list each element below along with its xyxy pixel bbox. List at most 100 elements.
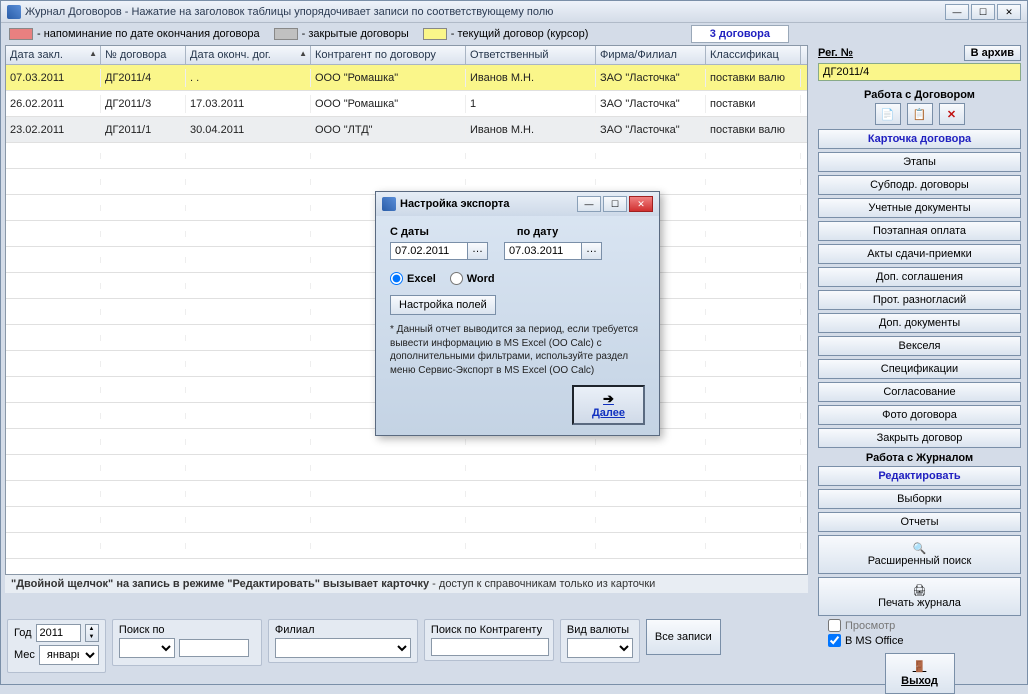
legend-bar: - напоминание по дате окончания договора… bbox=[1, 23, 1027, 45]
group-journal: Работа с Журналом bbox=[818, 452, 1021, 464]
preview-checkbox[interactable] bbox=[828, 619, 841, 632]
date-to-input[interactable] bbox=[504, 242, 582, 260]
table-row-empty bbox=[6, 533, 807, 559]
cell: ДГ2011/4 bbox=[101, 69, 186, 87]
next-button[interactable]: ➔ Далее bbox=[572, 385, 645, 425]
search-by-label: Поиск по bbox=[119, 624, 255, 636]
cell: ДГ2011/1 bbox=[101, 121, 186, 139]
swatch-closed bbox=[274, 28, 298, 40]
table-row-empty bbox=[6, 143, 807, 169]
cell: поставки валю bbox=[706, 121, 801, 139]
branch-select[interactable] bbox=[275, 638, 411, 658]
col-number[interactable]: № договора bbox=[101, 46, 186, 64]
side-button[interactable]: Акты сдачи-приемки bbox=[818, 244, 1021, 264]
printer-icon: 🖨 bbox=[913, 585, 927, 597]
col-date-open[interactable]: Дата закл.▲ bbox=[6, 46, 101, 64]
excel-radio[interactable] bbox=[390, 272, 403, 285]
cell: ООО "ЛТД" bbox=[311, 121, 466, 139]
col-branch[interactable]: Фирма/Филиал bbox=[596, 46, 706, 64]
year-spinner[interactable]: ▲▼ bbox=[85, 624, 99, 642]
currency-label: Вид валюты bbox=[567, 624, 633, 636]
currency-select[interactable] bbox=[567, 638, 633, 658]
close-button[interactable]: ✕ bbox=[997, 4, 1021, 20]
counterparty-input[interactable] bbox=[431, 638, 549, 656]
fields-settings-button[interactable]: Настройка полей bbox=[390, 295, 496, 315]
side-button[interactable]: Отчеты bbox=[818, 512, 1021, 532]
copy-icon[interactable]: 📋 bbox=[907, 103, 933, 125]
hint-bar: "Двойной щелчок" на запись в режиме "Ред… bbox=[5, 575, 808, 593]
word-radio-label[interactable]: Word bbox=[450, 272, 495, 285]
advanced-search-button[interactable]: 🔍 Расширенный поиск bbox=[818, 535, 1021, 574]
date-to-picker[interactable]: … bbox=[582, 242, 602, 260]
arrow-right-icon: ➔ bbox=[592, 391, 625, 407]
new-icon[interactable]: 📄 bbox=[875, 103, 901, 125]
all-records-button[interactable]: Все записи bbox=[646, 619, 721, 655]
side-button[interactable]: Карточка договора bbox=[818, 129, 1021, 149]
search-field-select[interactable] bbox=[119, 638, 175, 658]
side-button[interactable]: Выборки bbox=[818, 489, 1021, 509]
minimize-button[interactable]: — bbox=[945, 4, 969, 20]
side-button[interactable]: Учетные документы bbox=[818, 198, 1021, 218]
table-row[interactable]: 07.03.2011ДГ2011/4. .ООО "Ромашка"Иванов… bbox=[6, 65, 807, 91]
maximize-button[interactable]: ☐ bbox=[971, 4, 995, 20]
reg-label: Рег. № bbox=[818, 47, 853, 59]
col-class[interactable]: Классификац bbox=[706, 46, 801, 64]
delete-icon[interactable]: ✕ bbox=[939, 103, 965, 125]
search-value-input[interactable] bbox=[179, 639, 249, 657]
side-button[interactable]: Фото договора bbox=[818, 405, 1021, 425]
side-button[interactable]: Этапы bbox=[818, 152, 1021, 172]
legend-reminder: - напоминание по дате окончания договора bbox=[37, 28, 260, 40]
msoffice-checkbox[interactable] bbox=[828, 634, 841, 647]
counterparty-label: Поиск по Контрагенту bbox=[431, 624, 547, 636]
cell: поставки bbox=[706, 95, 801, 113]
reg-number-input[interactable] bbox=[818, 63, 1021, 81]
cell: 23.02.2011 bbox=[6, 121, 101, 139]
dialog-maximize[interactable]: ☐ bbox=[603, 196, 627, 212]
side-button[interactable]: Спецификации bbox=[818, 359, 1021, 379]
cell: ЗАО "Ласточка" bbox=[596, 121, 706, 139]
col-date-end[interactable]: Дата оконч. дог.▲ bbox=[186, 46, 311, 64]
side-button[interactable]: Редактировать bbox=[818, 466, 1021, 486]
app-window: Журнал Договоров - Нажатие на заголовок … bbox=[0, 0, 1028, 685]
month-select[interactable]: январь bbox=[39, 645, 99, 665]
date-from-input[interactable] bbox=[390, 242, 468, 260]
archive-button[interactable]: В архив bbox=[964, 45, 1021, 61]
branch-label: Филиал bbox=[275, 624, 411, 636]
dialog-minimize[interactable]: — bbox=[577, 196, 601, 212]
cell: ДГ2011/3 bbox=[101, 95, 186, 113]
print-journal-button[interactable]: 🖨 Печать журнала bbox=[818, 577, 1021, 616]
cell: ЗАО "Ласточка" bbox=[596, 69, 706, 87]
month-label: Мес bbox=[14, 649, 35, 661]
table-row[interactable]: 23.02.2011ДГ2011/130.04.2011ООО "ЛТД"Ива… bbox=[6, 117, 807, 143]
side-button[interactable]: Поэтапная оплата bbox=[818, 221, 1021, 241]
msoffice-checkbox-row: В MS Office bbox=[828, 634, 1021, 647]
side-button[interactable]: Субподр. договоры bbox=[818, 175, 1021, 195]
date-from-picker[interactable]: … bbox=[468, 242, 488, 260]
exit-button[interactable]: 🚪 Выход bbox=[885, 653, 955, 694]
titlebar: Журнал Договоров - Нажатие на заголовок … bbox=[1, 1, 1027, 23]
legend-closed: - закрытые договоры bbox=[302, 28, 409, 40]
col-counterparty[interactable]: Контрагент по договору bbox=[311, 46, 466, 64]
export-note: * Данный отчет выводится за период, если… bbox=[390, 323, 645, 377]
dialog-close[interactable]: ✕ bbox=[629, 196, 653, 212]
side-button[interactable]: Доп. соглашения bbox=[818, 267, 1021, 287]
side-button[interactable]: Закрыть договор bbox=[818, 428, 1021, 448]
table-row[interactable]: 26.02.2011ДГ2011/317.03.2011ООО "Ромашка… bbox=[6, 91, 807, 117]
cell: 17.03.2011 bbox=[186, 95, 311, 113]
side-button[interactable]: Векселя bbox=[818, 336, 1021, 356]
legend-current: - текущий договор (курсор) bbox=[451, 28, 589, 40]
group-contract: Работа с Договором bbox=[818, 89, 1021, 101]
cell: 30.04.2011 bbox=[186, 121, 311, 139]
col-responsible[interactable]: Ответственный bbox=[466, 46, 596, 64]
preview-checkbox-row: Просмотр bbox=[828, 619, 1021, 632]
from-label: С даты bbox=[390, 226, 429, 238]
excel-radio-label[interactable]: Excel bbox=[390, 272, 436, 285]
word-radio[interactable] bbox=[450, 272, 463, 285]
cell: поставки валю bbox=[706, 69, 801, 87]
year-input[interactable] bbox=[36, 624, 81, 642]
side-button[interactable]: Доп. документы bbox=[818, 313, 1021, 333]
search-icon: 🔍 bbox=[913, 543, 927, 555]
side-button[interactable]: Согласование bbox=[818, 382, 1021, 402]
exit-icon: 🚪 bbox=[886, 660, 954, 673]
side-button[interactable]: Прот. разногласий bbox=[818, 290, 1021, 310]
